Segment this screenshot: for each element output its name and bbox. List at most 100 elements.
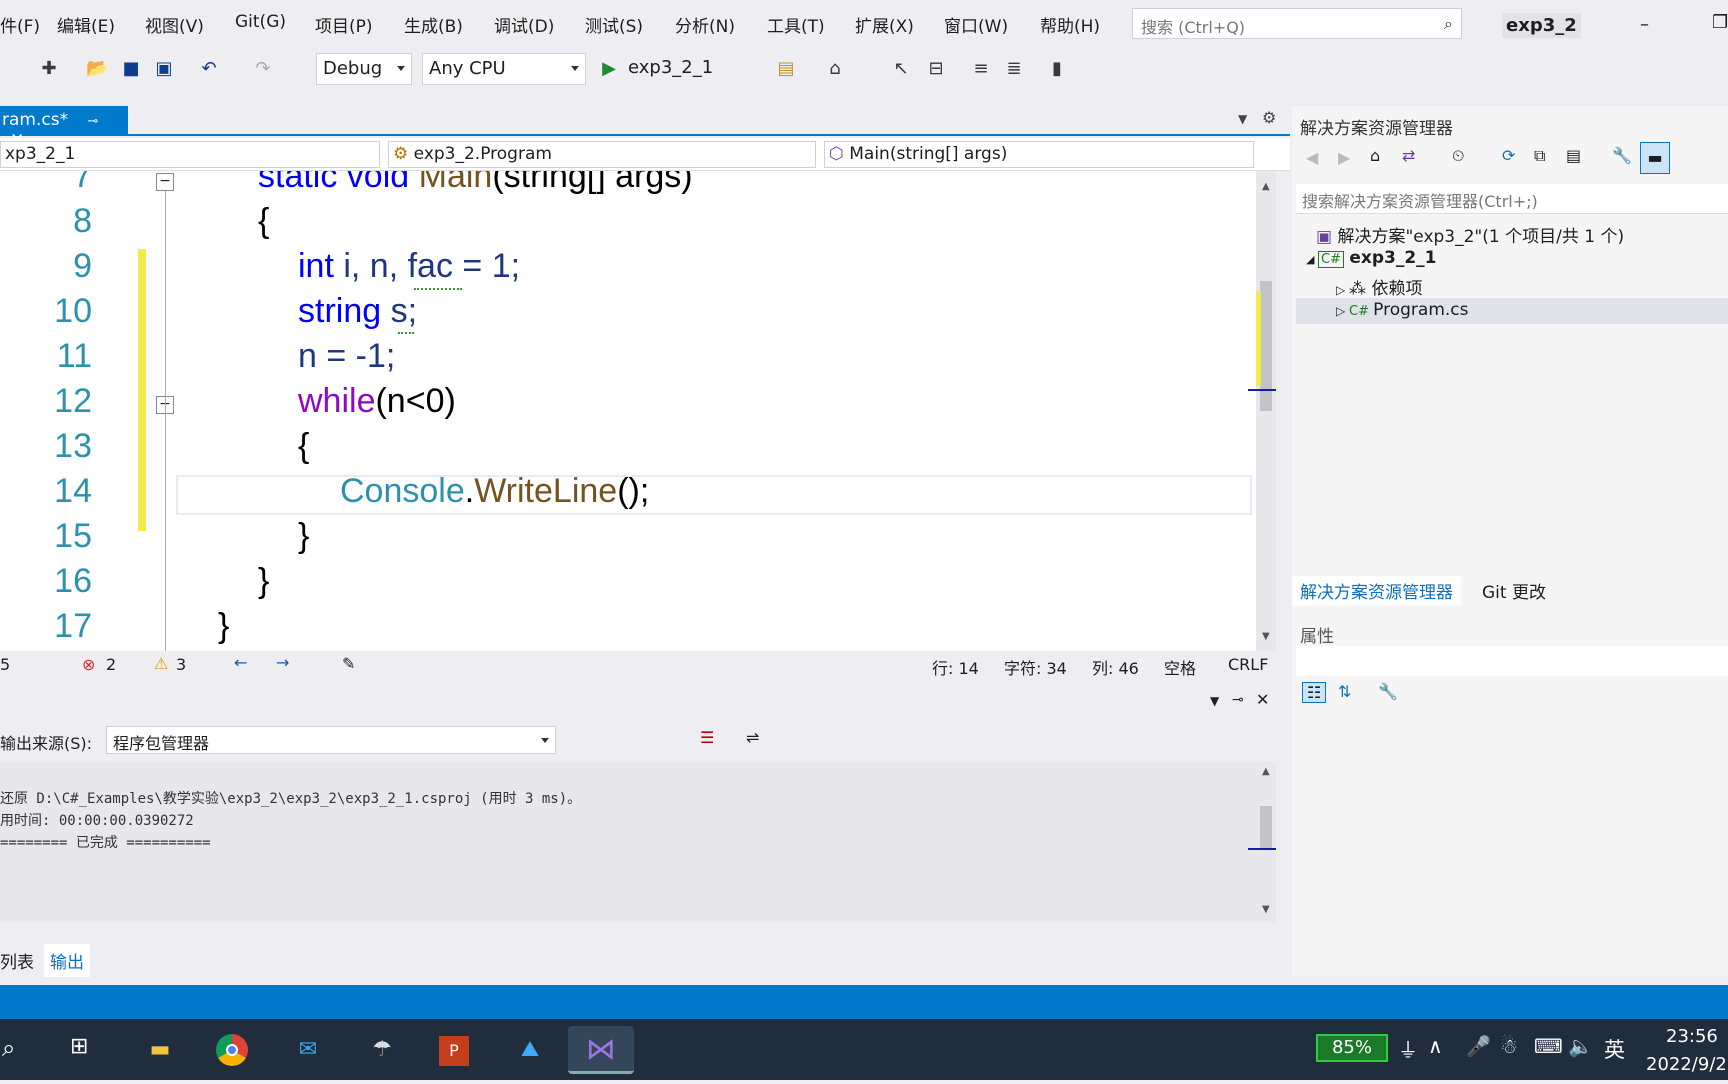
output-text-area[interactable]: 还原 D:\C#_Examples\教学实验\exp3_2\exp3_2\exp… [0, 762, 1256, 922]
outdent-icon[interactable]: ≡ [970, 58, 992, 80]
output-source-select[interactable]: 程序包管理器 [106, 726, 556, 754]
clock-date[interactable]: 2022/9/21 [1646, 1054, 1728, 1075]
document-tab[interactable]: ram.cs* ⊸ ✕ [0, 106, 128, 150]
visual-studio-icon[interactable]: ⋈ [568, 1026, 634, 1074]
close-icon[interactable]: ✕ [1256, 690, 1269, 709]
word-wrap-icon[interactable]: ⇌ [746, 728, 759, 747]
chevron-up-icon[interactable]: ∧ [1428, 1034, 1443, 1058]
new-item-icon[interactable]: ✚ [38, 58, 60, 80]
sync-icon[interactable]: ⟳ [1502, 146, 1515, 165]
properties-wrench-icon[interactable]: 🔧 [1612, 146, 1632, 165]
scroll-down-icon[interactable]: ▼ [1262, 631, 1270, 642]
pin-icon[interactable]: ⊸ [1232, 692, 1244, 708]
battery-indicator[interactable]: 85% [1316, 1034, 1388, 1062]
preview-icon[interactable]: ▬ [1640, 142, 1670, 174]
forward-icon[interactable]: ▶ [1338, 148, 1350, 167]
maximize-icon[interactable]: ❐ [1712, 12, 1728, 33]
scroll-up-icon[interactable]: ▲ [1262, 766, 1270, 777]
solution-search-input[interactable]: 搜索解决方案资源管理器(Ctrl+;) [1296, 184, 1728, 214]
tab-output[interactable]: 输出 [44, 944, 90, 977]
categorized-icon[interactable]: ☷ [1302, 682, 1327, 703]
open-icon[interactable]: 📂 [86, 58, 108, 80]
config-select[interactable]: Debug [316, 53, 412, 85]
indent-icon[interactable]: ≣ [1003, 58, 1025, 80]
mail-icon[interactable]: ✉ [282, 1026, 334, 1074]
tab-git-changes[interactable]: Git 更改 [1482, 578, 1546, 603]
search-input[interactable]: 搜索 (Ctrl+Q) ⌕ [1132, 8, 1462, 39]
redo-icon[interactable]: ↷ [252, 58, 274, 80]
clear-all-icon[interactable]: ☰ [700, 728, 714, 747]
class-nav-select[interactable]: ⚙ exp3_2.Program [388, 141, 816, 168]
property-pages-icon[interactable]: 🔧 [1378, 682, 1398, 701]
undo-icon[interactable]: ↶ [198, 58, 220, 80]
tab-error-list[interactable]: 列表 [0, 948, 34, 973]
save-all-icon[interactable]: ▣ [153, 58, 175, 80]
powerpoint-icon[interactable]: P [428, 1026, 480, 1074]
dropdown-icon[interactable]: ▼ [1210, 694, 1219, 708]
scroll-thumb[interactable] [1260, 281, 1272, 411]
tree-solution[interactable]: ▣ 解决方案"exp3_2"(1 个项目/共 1 个) [1316, 222, 1624, 247]
warning-count[interactable]: 3 [176, 655, 186, 674]
show-all-files-icon[interactable]: ▤ [1566, 146, 1581, 165]
member-nav-select[interactable]: ⬡ Main(string[] args) [824, 141, 1254, 168]
tree-dependencies[interactable]: ▷ ⁂ 依赖项 [1336, 274, 1422, 299]
code-editor[interactable]: 7 8 9 10 11 12 13 14 15 16 17 − − static… [0, 171, 1256, 651]
microphone-icon[interactable]: 🎤 [1466, 1034, 1491, 1058]
menu-window[interactable]: 窗口(W) [944, 12, 1008, 37]
scroll-down-icon[interactable]: ▼ [1262, 904, 1270, 915]
browser-icon[interactable]: ⌂ [824, 58, 846, 80]
play-icon[interactable]: ▶ [598, 58, 620, 80]
volume-icon[interactable]: 🔈 [1568, 1034, 1593, 1058]
run-target[interactable]: exp3_2_1 [628, 57, 713, 78]
switch-views-icon[interactable]: ⇄ [1402, 146, 1415, 165]
menu-git[interactable]: Git(G) [235, 12, 286, 32]
alphabetical-icon[interactable]: ⇅ [1338, 682, 1351, 701]
network-icon[interactable]: ⌨ [1534, 1034, 1563, 1058]
folder-icon[interactable]: ▤ [775, 58, 797, 80]
menu-analyze[interactable]: 分析(N) [675, 12, 735, 37]
menu-project[interactable]: 项目(P) [315, 12, 373, 37]
menu-file[interactable]: 件(F) [0, 12, 40, 37]
scroll-thumb[interactable] [1260, 806, 1272, 848]
settings-gear-icon[interactable]: ⚙ [1262, 108, 1276, 127]
chrome-icon[interactable] [206, 1026, 258, 1074]
menu-edit[interactable]: 编辑(E) [57, 12, 115, 37]
pending-changes-icon[interactable]: ⏲ [1452, 146, 1464, 166]
plug-icon[interactable]: ⏚ [1398, 1034, 1418, 1063]
properties-object-select[interactable] [1296, 646, 1728, 676]
menu-test[interactable]: 测试(S) [585, 12, 643, 37]
clock-time[interactable]: 23:56 [1666, 1026, 1718, 1047]
qq-icon[interactable]: ☃ [1500, 1034, 1518, 1058]
output-scrollbar[interactable]: ▲ ▼ [1248, 762, 1276, 922]
error-count[interactable]: 2 [106, 655, 116, 674]
input-method[interactable]: 英 [1604, 1034, 1625, 1064]
scroll-up-icon[interactable]: ▲ [1262, 181, 1270, 192]
tab-solution-explorer[interactable]: 解决方案资源管理器 [1292, 576, 1461, 605]
editor-scrollbar[interactable]: ▲ ▼ [1248, 171, 1276, 651]
network-app-icon[interactable]: ☂ [356, 1026, 408, 1074]
back-icon[interactable]: ◀ [1306, 148, 1318, 167]
tab-overflow-icon[interactable]: ▼ [1238, 112, 1247, 126]
menu-build[interactable]: 生成(B) [404, 12, 463, 37]
search-icon[interactable]: ⌕ [2, 1034, 15, 1062]
platform-select[interactable]: Any CPU [422, 53, 586, 85]
bookmark-icon[interactable]: ▮ [1046, 58, 1068, 80]
whiteboard-icon[interactable]: ⛰ [504, 1026, 556, 1074]
task-view-icon[interactable]: ⊞ [70, 1034, 88, 1059]
pin-icon[interactable]: ⊸ [87, 114, 98, 129]
zoom-level[interactable]: 5 [0, 655, 10, 674]
collapse-icon[interactable]: − [156, 173, 174, 191]
layout-icon[interactable]: ⊟ [925, 58, 947, 80]
menu-help[interactable]: 帮助(H) [1040, 12, 1100, 37]
save-icon[interactable]: ■ [120, 58, 142, 80]
minimize-icon[interactable]: – [1640, 14, 1649, 35]
cleanup-brush-icon[interactable]: ✎ [342, 654, 355, 673]
menu-debug[interactable]: 调试(D) [494, 12, 554, 37]
tree-program-file[interactable]: ▷ C# Program.cs [1296, 298, 1728, 324]
forward-arrow-icon[interactable]: → [276, 653, 289, 672]
collapse-all-icon[interactable]: ⧉ [1534, 146, 1545, 166]
menu-extensions[interactable]: 扩展(X) [855, 12, 914, 37]
menu-view[interactable]: 视图(V) [145, 12, 204, 37]
file-explorer-icon[interactable]: ▬ [134, 1026, 186, 1074]
back-arrow-icon[interactable]: ← [234, 653, 247, 672]
